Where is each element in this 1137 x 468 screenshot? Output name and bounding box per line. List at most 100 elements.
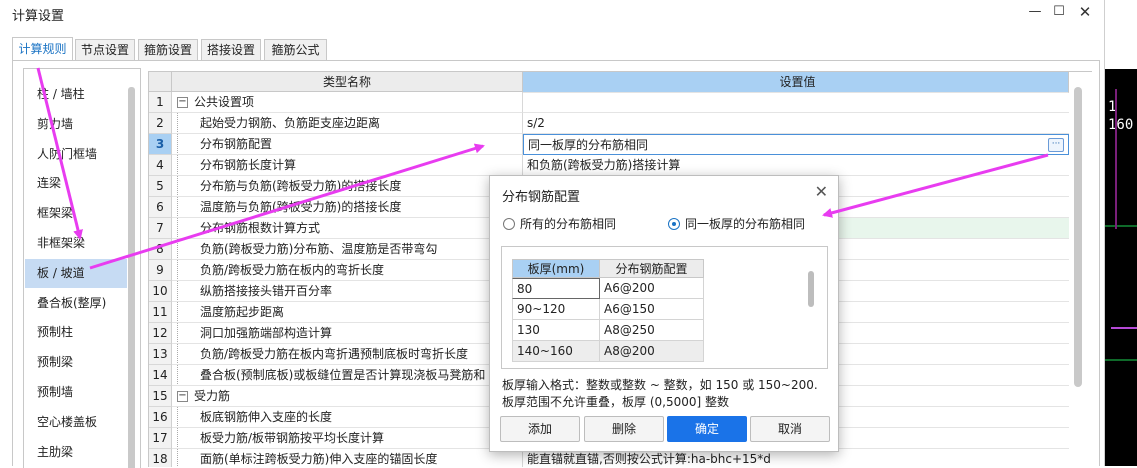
add-button[interactable]: 添加 bbox=[500, 416, 580, 442]
sidebar-item[interactable]: 剪力墙 bbox=[25, 110, 127, 139]
component-list: 柱 / 墙柱 剪力墙 人防门框墙 连梁 框架梁 非框架梁板 / 坡道 叠合板(整厚) 预制柱预… bbox=[23, 68, 141, 468]
row-number: 14 bbox=[149, 365, 172, 386]
dialog-close-icon[interactable]: ✕ bbox=[815, 182, 828, 201]
minimize-icon[interactable]: — bbox=[1025, 2, 1045, 22]
sidebar-scrollbar[interactable] bbox=[128, 87, 135, 468]
table-row[interactable]: 4 分布钢筋长度计算 和负筋(跨板受力筋)搭接计算 bbox=[149, 155, 1069, 176]
cancel-button[interactable]: 取消 bbox=[750, 416, 830, 442]
thickness-cell[interactable]: 80 bbox=[512, 278, 600, 299]
tree-guide bbox=[177, 260, 178, 280]
tree-guide bbox=[177, 134, 178, 154]
tree-guide bbox=[177, 323, 178, 343]
setting-value: 和负筋(跨板受力筋)搭接计算 bbox=[527, 158, 681, 172]
tree-guide bbox=[177, 365, 178, 385]
radio-label: 同一板厚的分布筋相同 bbox=[685, 217, 806, 231]
group-label: 受力筋 bbox=[194, 389, 231, 403]
setting-label: 洞口加强筋端部构造计算 bbox=[200, 326, 333, 340]
row-number: 10 bbox=[149, 281, 172, 302]
delete-button[interactable]: 删除 bbox=[584, 416, 664, 442]
setting-value-cell[interactable]: s/2 bbox=[523, 113, 1069, 134]
collapse-icon[interactable]: − bbox=[177, 97, 188, 108]
row-number: 6 bbox=[149, 197, 172, 218]
type-name-header: 类型名称 bbox=[172, 72, 523, 92]
config-cell[interactable]: A8@250 bbox=[600, 320, 704, 341]
sidebar-item[interactable]: 柱 / 墙柱 bbox=[25, 80, 127, 109]
collapse-icon[interactable]: − bbox=[177, 391, 188, 402]
tab-stirrup-formula[interactable]: 箍筋公式 bbox=[264, 39, 327, 61]
tab-lap-settings[interactable]: 搭接设置 bbox=[201, 39, 261, 61]
row-number: 3 bbox=[149, 134, 172, 155]
row-number: 7 bbox=[149, 218, 172, 239]
sidebar-item[interactable]: 框架梁 bbox=[25, 199, 127, 228]
setting-name-cell: 面筋(单标注跨板受力筋)伸入支座的锚固长度 bbox=[172, 449, 523, 467]
row-number: 9 bbox=[149, 260, 172, 281]
thickness-cell[interactable]: 130 bbox=[512, 320, 600, 341]
row-number: 11 bbox=[149, 302, 172, 323]
cad-line bbox=[1105, 359, 1137, 361]
sidebar-item[interactable]: 非框架梁 bbox=[25, 229, 127, 258]
sidebar-item[interactable]: 叠合板(整厚) bbox=[25, 289, 127, 318]
grid-scrollbar[interactable] bbox=[1074, 87, 1082, 387]
row-number: 8 bbox=[149, 239, 172, 260]
table-row[interactable]: 2 起始受力钢筋、负筋距支座边距离 s/2 bbox=[149, 113, 1069, 134]
setting-name-cell: − 公共设置项 bbox=[172, 92, 523, 113]
radio-label: 所有的分布筋相同 bbox=[520, 217, 617, 231]
tree-guide bbox=[177, 176, 178, 196]
setting-value-cell[interactable]: 同一板厚的分布筋相同 ··· bbox=[523, 134, 1069, 155]
radio-same-thickness[interactable]: 同一板厚的分布筋相同 bbox=[668, 215, 805, 232]
radio-all-same[interactable]: 所有的分布筋相同 bbox=[503, 215, 616, 232]
sidebar-item[interactable]: 人防门框墙 bbox=[25, 140, 127, 169]
tab-calc-rules[interactable]: 计算规则 bbox=[12, 37, 73, 61]
help-line: 板厚输入格式：整数或整数 ~ 整数，如 150 或 150~200. bbox=[502, 378, 818, 392]
setting-label: 叠合板(预制底板)或板缝位置是否计算现浇板马凳筋和 bbox=[200, 368, 486, 382]
sidebar-item[interactable]: 预制墙 bbox=[25, 378, 127, 407]
setting-label: 负筋(跨板受力筋)分布筋、温度筋是否带弯勾 bbox=[200, 242, 438, 256]
sidebar-item[interactable]: 预制柱 bbox=[25, 318, 127, 347]
setting-name-cell: 板受力筋/板带钢筋按平均长度计算 bbox=[172, 428, 523, 449]
sidebar-item[interactable]: 主肋梁 bbox=[25, 438, 127, 467]
row-number-header bbox=[149, 72, 172, 92]
sidebar-item[interactable]: 空心楼盖板 bbox=[25, 408, 127, 437]
thickness-cell[interactable]: 140~160 bbox=[512, 341, 600, 362]
setting-value-cell[interactable]: 和负筋(跨板受力筋)搭接计算 bbox=[523, 155, 1069, 176]
setting-name-cell: 负筋/跨板受力筋在板内弯折遇预制底板时弯折长度 bbox=[172, 344, 523, 365]
table-row[interactable]: 3 分布钢筋配置 同一板厚的分布筋相同 ··· bbox=[149, 134, 1069, 155]
value-header: 设置值 bbox=[523, 72, 1069, 93]
config-cell[interactable]: A8@200 bbox=[600, 341, 704, 362]
setting-name-cell: 负筋(跨板受力筋)分布筋、温度筋是否带弯勾 bbox=[172, 239, 523, 260]
setting-name-cell: 板底钢筋伸入支座的长度 bbox=[172, 407, 523, 428]
sidebar-item[interactable]: 连梁 bbox=[25, 169, 127, 198]
tree-guide bbox=[177, 218, 178, 238]
close-icon[interactable]: ✕ bbox=[1075, 2, 1095, 22]
row-number: 2 bbox=[149, 113, 172, 134]
cad-line bbox=[1105, 225, 1137, 227]
config-cell[interactable]: A6@200 bbox=[600, 278, 704, 299]
setting-label: 板底钢筋伸入支座的长度 bbox=[200, 410, 333, 424]
tree-guide bbox=[177, 407, 178, 427]
cad-line bbox=[1111, 327, 1137, 329]
sidebar-item[interactable]: 板 / 坡道 bbox=[25, 258, 127, 288]
tree-guide bbox=[177, 344, 178, 364]
config-cell[interactable]: A6@150 bbox=[600, 299, 704, 320]
tree-guide bbox=[177, 155, 178, 175]
sidebar-item[interactable]: 预制梁 bbox=[25, 348, 127, 377]
setting-label: 分布钢筋配置 bbox=[200, 137, 273, 151]
maximize-icon[interactable]: ☐ bbox=[1049, 2, 1069, 22]
tree-guide bbox=[177, 113, 178, 133]
setting-label: 负筋/跨板受力筋在板内弯折遇预制底板时弯折长度 bbox=[200, 347, 469, 361]
setting-value-cell[interactable] bbox=[523, 92, 1069, 113]
setting-name-cell: 温度筋起步距离 bbox=[172, 302, 523, 323]
setting-name-cell: 起始受力钢筋、负筋距支座边距离 bbox=[172, 113, 523, 134]
table-scrollbar[interactable] bbox=[808, 271, 814, 307]
tab-node-settings[interactable]: 节点设置 bbox=[75, 39, 135, 61]
config-header: 分布钢筋配置 bbox=[600, 259, 704, 278]
group-label: 公共设置项 bbox=[194, 95, 255, 109]
thickness-cell[interactable]: 90~120 bbox=[512, 299, 600, 320]
input-format-help: 板厚输入格式：整数或整数 ~ 整数，如 150 或 150~200. 板厚范围不… bbox=[502, 377, 818, 411]
tab-stirrup-settings[interactable]: 箍筋设置 bbox=[138, 39, 198, 61]
ok-button[interactable]: 确定 bbox=[667, 416, 747, 442]
table-row[interactable]: 1− 公共设置项 bbox=[149, 92, 1069, 113]
setting-value: s/2 bbox=[527, 116, 545, 130]
cad-canvas: 1 160 bbox=[1105, 69, 1137, 466]
more-options-icon[interactable]: ··· bbox=[1048, 138, 1064, 152]
